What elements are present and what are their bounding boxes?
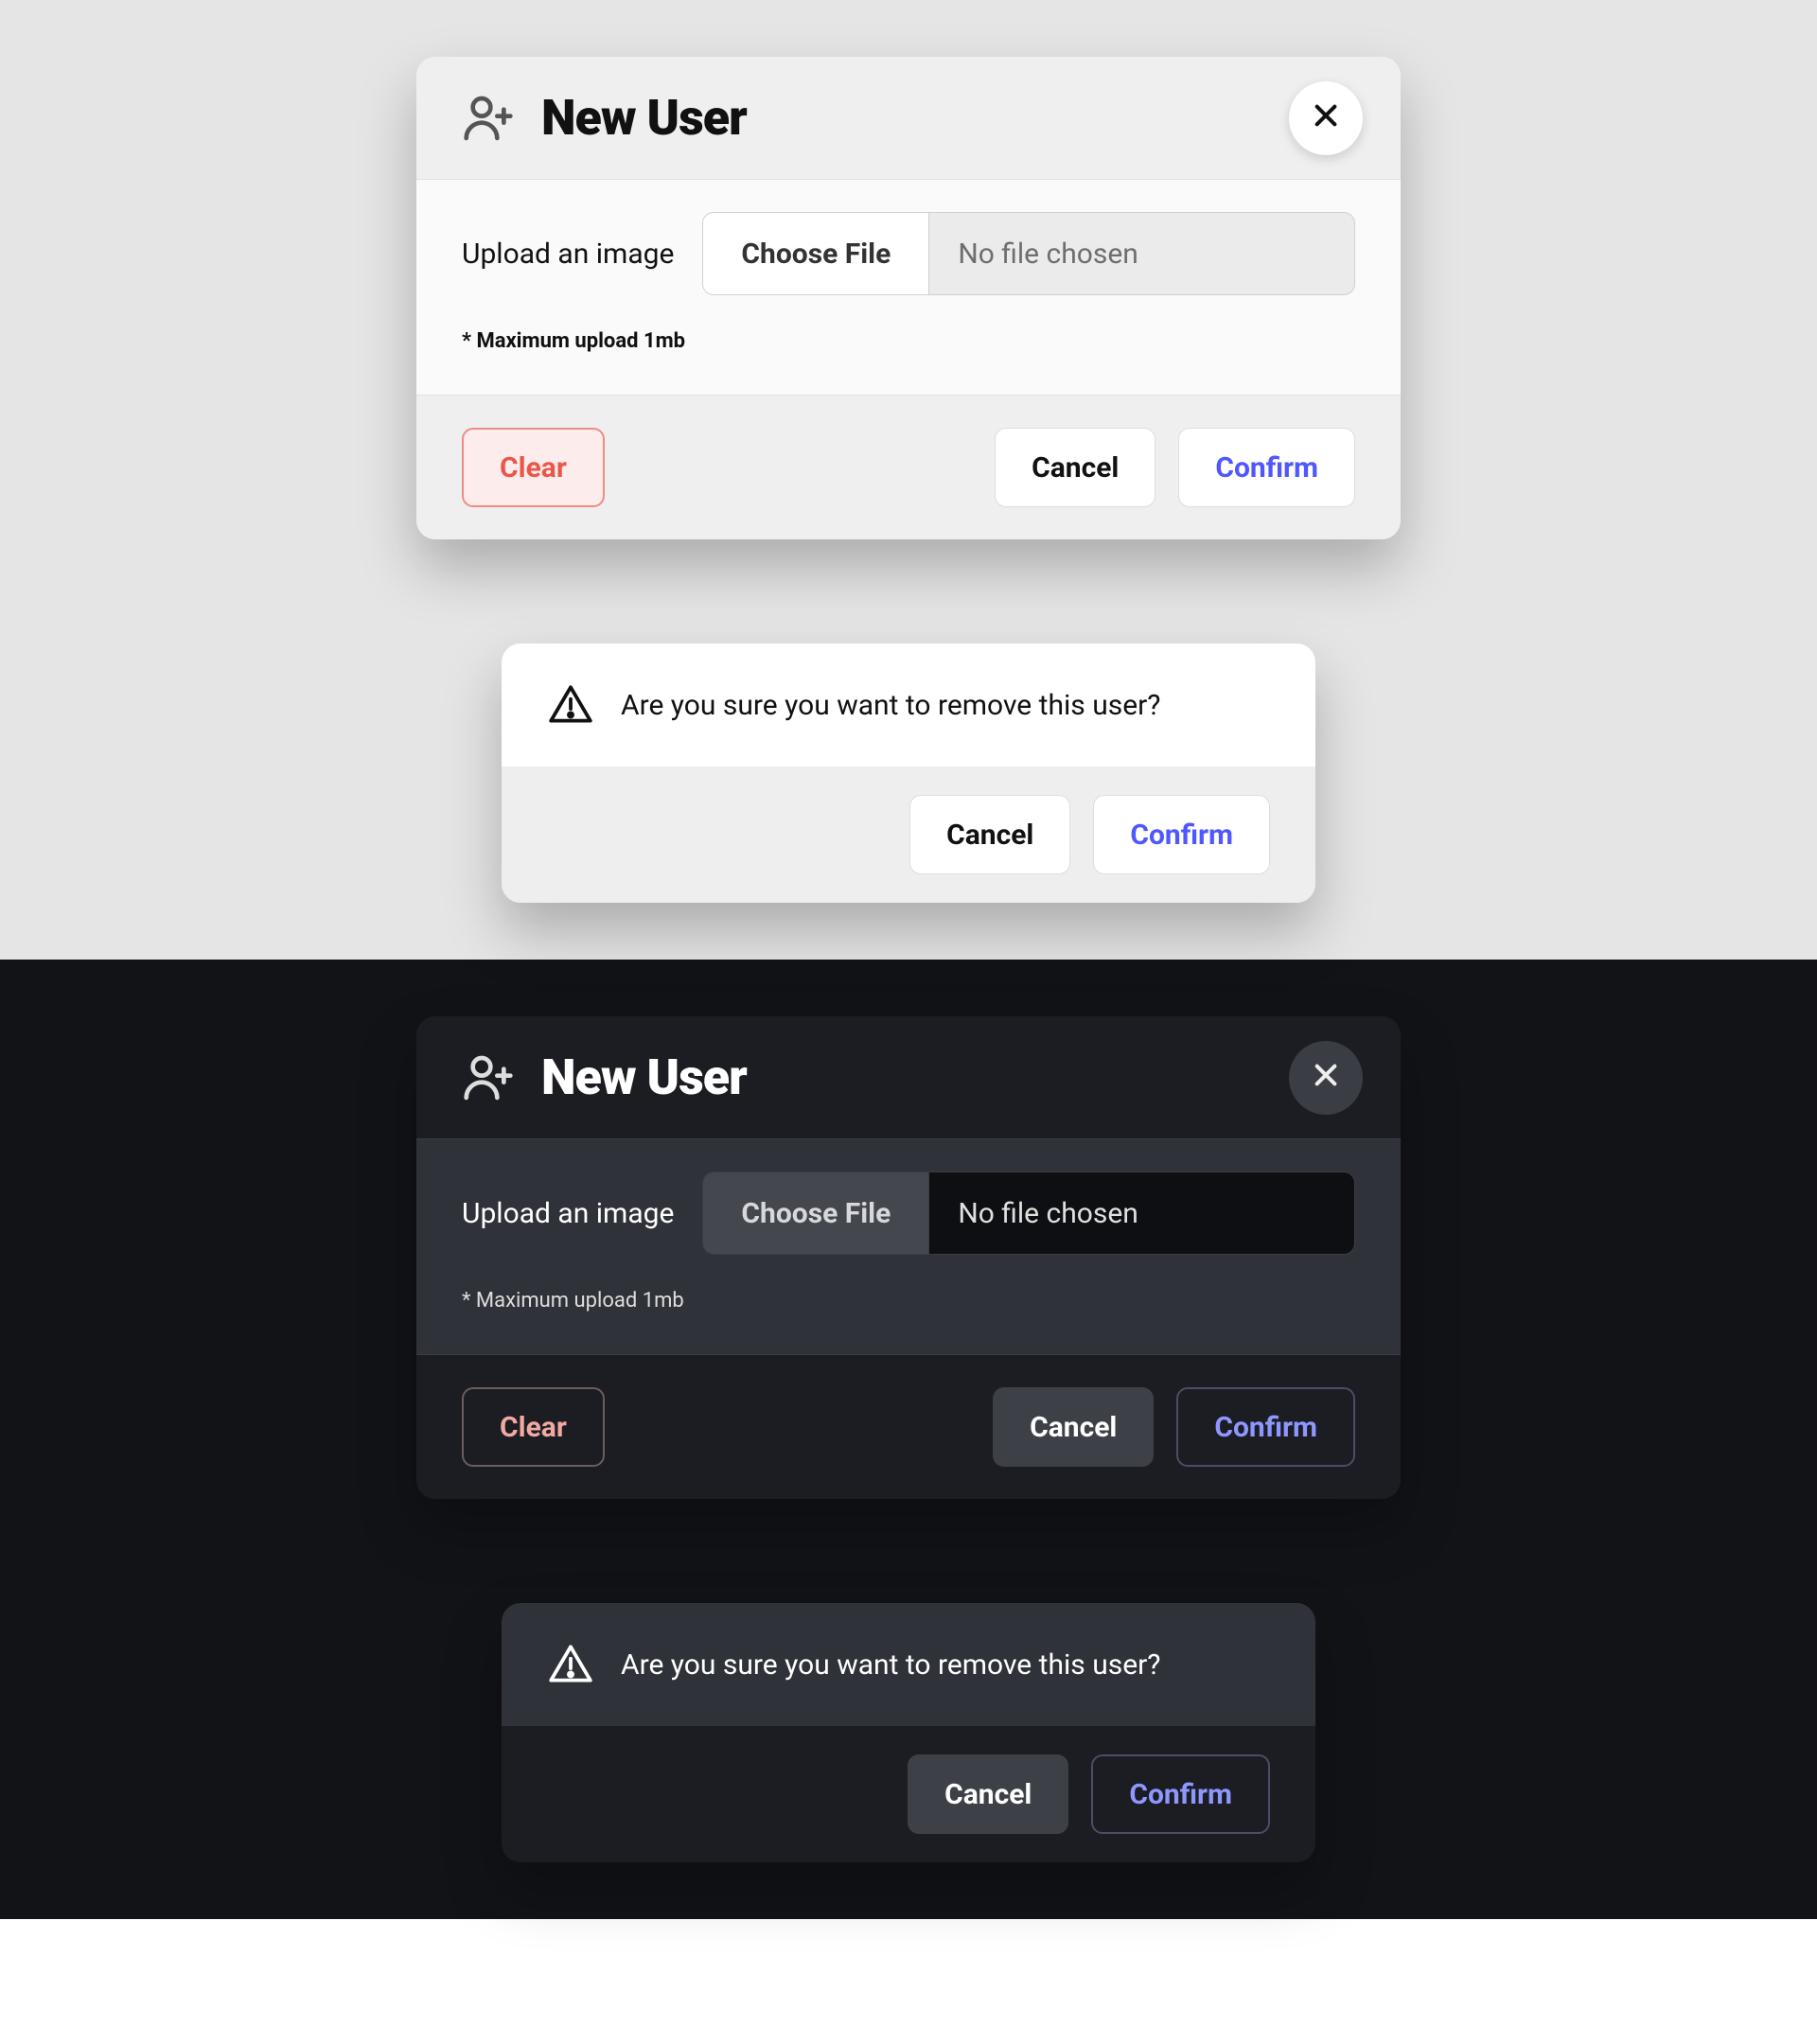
dialog-title: New User	[541, 1048, 747, 1106]
dialog-body: Upload an image Choose File No file chos…	[416, 179, 1401, 396]
dialog-footer: Clear Cancel Confirm	[416, 396, 1401, 539]
choose-file-button[interactable]: Choose File	[703, 1172, 929, 1254]
dialog-footer: Clear Cancel Confirm	[416, 1355, 1401, 1499]
new-user-dialog: New User Upload an image Choose File No …	[416, 57, 1401, 539]
dialog-title: New User	[541, 89, 747, 147]
alert-message: Are you sure you want to remove this use…	[621, 1648, 1160, 1682]
upload-hint: * Maximum upload 1mb	[462, 1289, 1355, 1313]
file-input[interactable]: Choose File No file chosen	[702, 212, 1355, 295]
close-icon	[1311, 96, 1341, 140]
choose-file-button[interactable]: Choose File	[703, 213, 929, 294]
close-button[interactable]	[1289, 1041, 1363, 1115]
file-input[interactable]: Choose File No file chosen	[702, 1172, 1355, 1255]
user-plus-icon	[462, 92, 515, 145]
clear-button[interactable]: Clear	[462, 428, 605, 507]
alert-footer: Cancel Confirm	[502, 766, 1315, 903]
upload-label: Upload an image	[462, 238, 674, 271]
dialog-body: Upload an image Choose File No file chos…	[416, 1138, 1401, 1355]
alert-confirm-button[interactable]: Confirm	[1091, 1754, 1270, 1834]
upload-row: Upload an image Choose File No file chos…	[462, 1172, 1355, 1255]
confirm-button[interactable]: Confirm	[1178, 428, 1355, 507]
dialog-header: New User	[416, 57, 1401, 179]
file-status-text: No file chosen	[929, 1172, 1167, 1254]
dark-theme-section: New User Upload an image Choose File No …	[0, 960, 1817, 1919]
alert-body: Are you sure you want to remove this use…	[502, 1603, 1315, 1726]
dialog-header: New User	[416, 1016, 1401, 1138]
cancel-button[interactable]: Cancel	[995, 428, 1155, 507]
alert-cancel-button[interactable]: Cancel	[908, 1754, 1068, 1834]
light-theme-section: New User Upload an image Choose File No …	[0, 0, 1817, 960]
remove-user-alert: Are you sure you want to remove this use…	[502, 643, 1315, 903]
file-status-text: No file chosen	[929, 213, 1167, 294]
upload-label: Upload an image	[462, 1197, 674, 1230]
upload-row: Upload an image Choose File No file chos…	[462, 212, 1355, 295]
alert-footer: Cancel Confirm	[502, 1726, 1315, 1862]
alert-confirm-button[interactable]: Confirm	[1093, 795, 1270, 874]
cancel-button[interactable]: Cancel	[993, 1387, 1154, 1467]
user-plus-icon	[462, 1051, 515, 1104]
alert-body: Are you sure you want to remove this use…	[502, 643, 1315, 766]
warning-icon	[547, 1641, 594, 1688]
close-icon	[1311, 1055, 1341, 1100]
close-button[interactable]	[1289, 81, 1363, 155]
warning-icon	[547, 681, 594, 729]
confirm-button[interactable]: Confirm	[1176, 1387, 1355, 1467]
clear-button[interactable]: Clear	[462, 1387, 605, 1467]
alert-message: Are you sure you want to remove this use…	[621, 689, 1160, 722]
new-user-dialog-dark: New User Upload an image Choose File No …	[416, 1016, 1401, 1499]
upload-hint: * Maximum upload 1mb	[462, 329, 1355, 353]
remove-user-alert-dark: Are you sure you want to remove this use…	[502, 1603, 1315, 1862]
alert-cancel-button[interactable]: Cancel	[909, 795, 1070, 874]
